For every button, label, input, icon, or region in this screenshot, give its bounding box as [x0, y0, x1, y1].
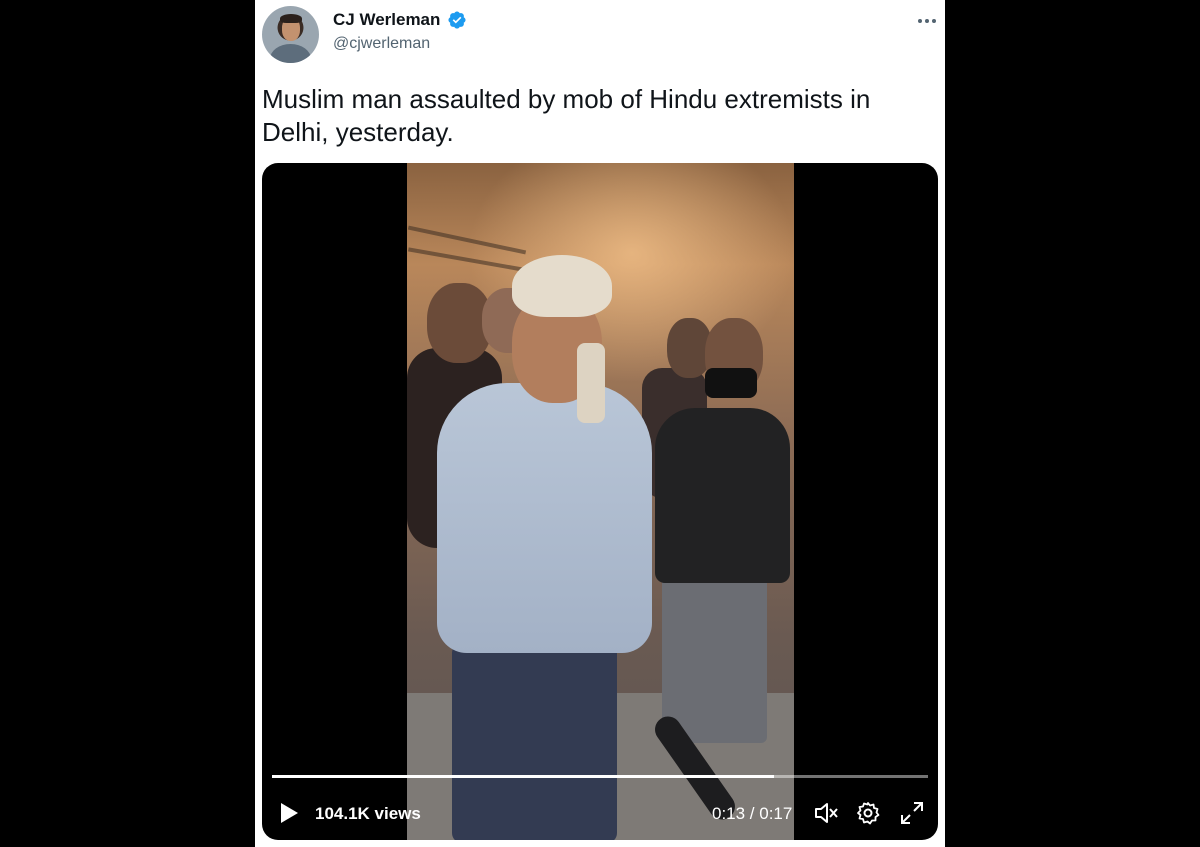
avatar[interactable] [262, 6, 319, 63]
more-options-icon[interactable] [915, 12, 939, 30]
mute-icon[interactable] [812, 799, 840, 827]
avatar-hair [280, 14, 302, 23]
fullscreen-icon[interactable] [898, 799, 926, 827]
verified-badge-icon [448, 11, 466, 29]
video-frame [407, 163, 794, 840]
tweet-text: Muslim man assaulted by mob of Hindu ext… [262, 84, 871, 147]
display-name[interactable]: CJ Werleman [333, 10, 440, 30]
tweet-card[interactable]: CJ Werleman @cjwerleman Muslim man assau… [255, 0, 945, 847]
settings-icon[interactable] [854, 799, 882, 827]
view-count: 104.1K views [315, 804, 421, 823]
avatar-shirt [270, 44, 311, 63]
video-player[interactable]: 104.1K views 0:13 / 0:17 [262, 163, 938, 840]
video-progress-fill [272, 775, 774, 778]
play-icon[interactable] [278, 801, 300, 825]
video-progress-bar[interactable] [272, 775, 928, 778]
video-time: 0:13 / 0:17 [712, 804, 793, 823]
user-handle[interactable]: @cjwerleman [333, 35, 430, 53]
